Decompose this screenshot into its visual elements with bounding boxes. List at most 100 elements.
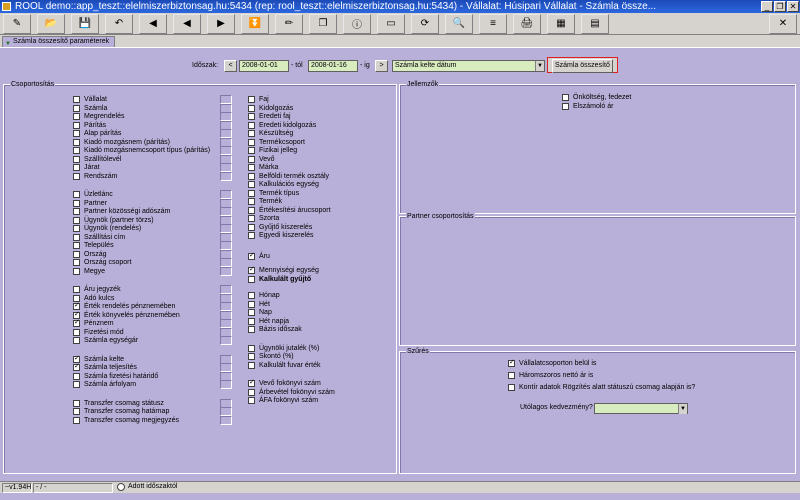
restore-icon[interactable]: ❐ <box>774 1 786 12</box>
checkbox-box[interactable] <box>248 130 255 137</box>
checkbox-box[interactable] <box>248 215 255 222</box>
refresh-icon[interactable]: ⟳ <box>411 13 439 34</box>
column-toggle-button[interactable] <box>220 171 232 181</box>
checkbox-box[interactable] <box>248 206 255 214</box>
checkbox-filter-items-2[interactable]: Kontír adatok Rögzítés alatt státuszú cs… <box>508 383 695 392</box>
checkbox-grouping-col2-17[interactable]: Áru <box>248 252 270 261</box>
from-date-input[interactable]: 2008-01-01 <box>239 60 289 72</box>
checkbox-box[interactable] <box>73 199 80 207</box>
prev-period-button[interactable]: < <box>224 60 237 72</box>
checkbox-box[interactable] <box>248 147 255 154</box>
checkbox-box[interactable] <box>73 311 80 319</box>
edit-icon[interactable]: ✎ <box>3 13 31 34</box>
checkbox-box[interactable] <box>248 164 255 171</box>
checkbox-box[interactable] <box>248 155 255 163</box>
checkbox-grouping-col2-16[interactable]: Egyedi kiszerelés <box>248 231 313 240</box>
copy-icon[interactable]: ❐ <box>309 13 337 34</box>
checkbox-box[interactable] <box>248 189 255 197</box>
column-toggle-button[interactable] <box>220 380 232 389</box>
first-icon[interactable]: ◀ <box>139 13 167 34</box>
checkbox-box[interactable] <box>73 399 80 407</box>
checkbox-features-items-1[interactable]: Elszámoló ár <box>562 102 613 111</box>
pencil-icon[interactable]: ✏ <box>275 13 303 34</box>
checkbox-box[interactable] <box>73 259 80 266</box>
form-icon[interactable]: ▭ <box>377 13 405 34</box>
info-icon[interactable]: ⓘ <box>343 13 371 34</box>
checkbox-grouping-col2-30[interactable]: ÁFA fokönyvi szám <box>248 396 318 405</box>
next-period-button[interactable]: > <box>375 60 388 72</box>
checkbox-box[interactable] <box>248 309 255 316</box>
checkbox-box[interactable] <box>73 138 80 146</box>
checkbox-box[interactable] <box>73 328 80 336</box>
discount-select[interactable]: ▼ <box>594 403 688 414</box>
checkbox-grouping-col1-9[interactable]: Rendszám <box>73 172 117 181</box>
minimize-icon[interactable]: _ <box>761 1 773 12</box>
checkbox-filter-items-1[interactable]: Háromszoros nettó ár is <box>508 371 593 380</box>
checkbox-box[interactable] <box>248 104 255 112</box>
checkbox-box[interactable] <box>73 121 80 129</box>
checkbox-filter-items-0[interactable]: Vállalatcsoporton belül is <box>508 359 596 368</box>
undo-icon[interactable]: ↶ <box>105 13 133 34</box>
checkbox-box[interactable] <box>73 294 80 302</box>
checkbox-box[interactable] <box>248 96 255 103</box>
checkbox-box[interactable] <box>248 397 255 404</box>
checkbox-box[interactable] <box>248 252 255 260</box>
checkbox-box[interactable] <box>248 326 255 333</box>
invoice-summary-button[interactable]: Számla összesítő <box>547 57 618 73</box>
checkbox-grouping-col1-26[interactable]: Számla egységár <box>73 336 138 345</box>
chevron-down-icon[interactable]: ▼ <box>678 404 687 414</box>
date-type-select[interactable]: Számla kelte dátum ▼ <box>392 60 545 72</box>
tab-summary-params[interactable]: ▼ Számla összesítő paraméterek <box>2 36 116 47</box>
checkbox-box[interactable] <box>73 191 80 198</box>
checkbox-box[interactable] <box>508 372 515 379</box>
checkbox-box[interactable] <box>73 416 80 424</box>
checkbox-box[interactable] <box>248 317 255 325</box>
print-icon[interactable]: 🖨 <box>513 13 541 34</box>
checkbox-box[interactable] <box>73 355 80 363</box>
checkbox-box[interactable] <box>248 275 255 283</box>
checkbox-box[interactable] <box>248 361 255 369</box>
checkbox-box[interactable] <box>508 384 515 391</box>
close-window-icon[interactable]: ✕ <box>787 1 799 12</box>
grid-icon[interactable]: ▦ <box>547 13 575 34</box>
checkbox-box[interactable] <box>73 372 80 380</box>
checkbox-box[interactable] <box>562 103 569 110</box>
checkbox-box[interactable] <box>248 172 255 180</box>
checkbox-box[interactable] <box>248 388 255 396</box>
checkbox-box[interactable] <box>248 121 255 129</box>
checkbox-box[interactable] <box>248 344 255 352</box>
checkbox-box[interactable] <box>73 250 80 258</box>
checkbox-grouping-col1-33[interactable]: Transzfer csomag megjegyzés <box>73 416 179 425</box>
checkbox-box[interactable] <box>73 208 80 215</box>
checkbox-box[interactable] <box>248 181 255 188</box>
checkbox-box[interactable] <box>73 172 80 180</box>
filter-icon[interactable]: ≡ <box>479 13 507 34</box>
prev-icon[interactable]: ◀ <box>173 13 201 34</box>
checkbox-box[interactable] <box>248 198 255 205</box>
checkbox-box[interactable] <box>73 267 80 275</box>
checkbox-box[interactable] <box>248 353 255 360</box>
next-icon[interactable]: ▶ <box>207 13 235 34</box>
checkbox-box[interactable] <box>73 96 80 103</box>
checkbox-box[interactable] <box>248 380 255 387</box>
save-icon[interactable]: 💾 <box>71 13 99 34</box>
checkbox-box[interactable] <box>73 225 80 232</box>
checkbox-box[interactable] <box>73 320 80 327</box>
checkbox-box[interactable] <box>248 223 255 231</box>
checkbox-grouping-col2-19[interactable]: Kalkulált gyűjtő <box>248 275 311 284</box>
checkbox-box[interactable] <box>248 138 255 146</box>
checkbox-features-items-0[interactable]: Önköltség, fedezet <box>562 93 631 102</box>
checkbox-box[interactable] <box>73 286 80 293</box>
column-toggle-button[interactable] <box>220 336 232 345</box>
checkbox-box[interactable] <box>73 364 80 371</box>
checkbox-box[interactable] <box>73 303 80 310</box>
column-toggle-button[interactable] <box>220 266 232 276</box>
checkbox-box[interactable] <box>73 216 80 224</box>
open-icon[interactable]: 📂 <box>37 13 65 34</box>
checkbox-box[interactable] <box>73 104 80 112</box>
checkbox-box[interactable] <box>73 233 80 241</box>
checkbox-box[interactable] <box>73 113 80 120</box>
checkbox-grouping-col2-24[interactable]: Bázis időszak <box>248 325 302 334</box>
checkbox-box[interactable] <box>248 267 255 274</box>
checkbox-box[interactable] <box>73 381 80 388</box>
